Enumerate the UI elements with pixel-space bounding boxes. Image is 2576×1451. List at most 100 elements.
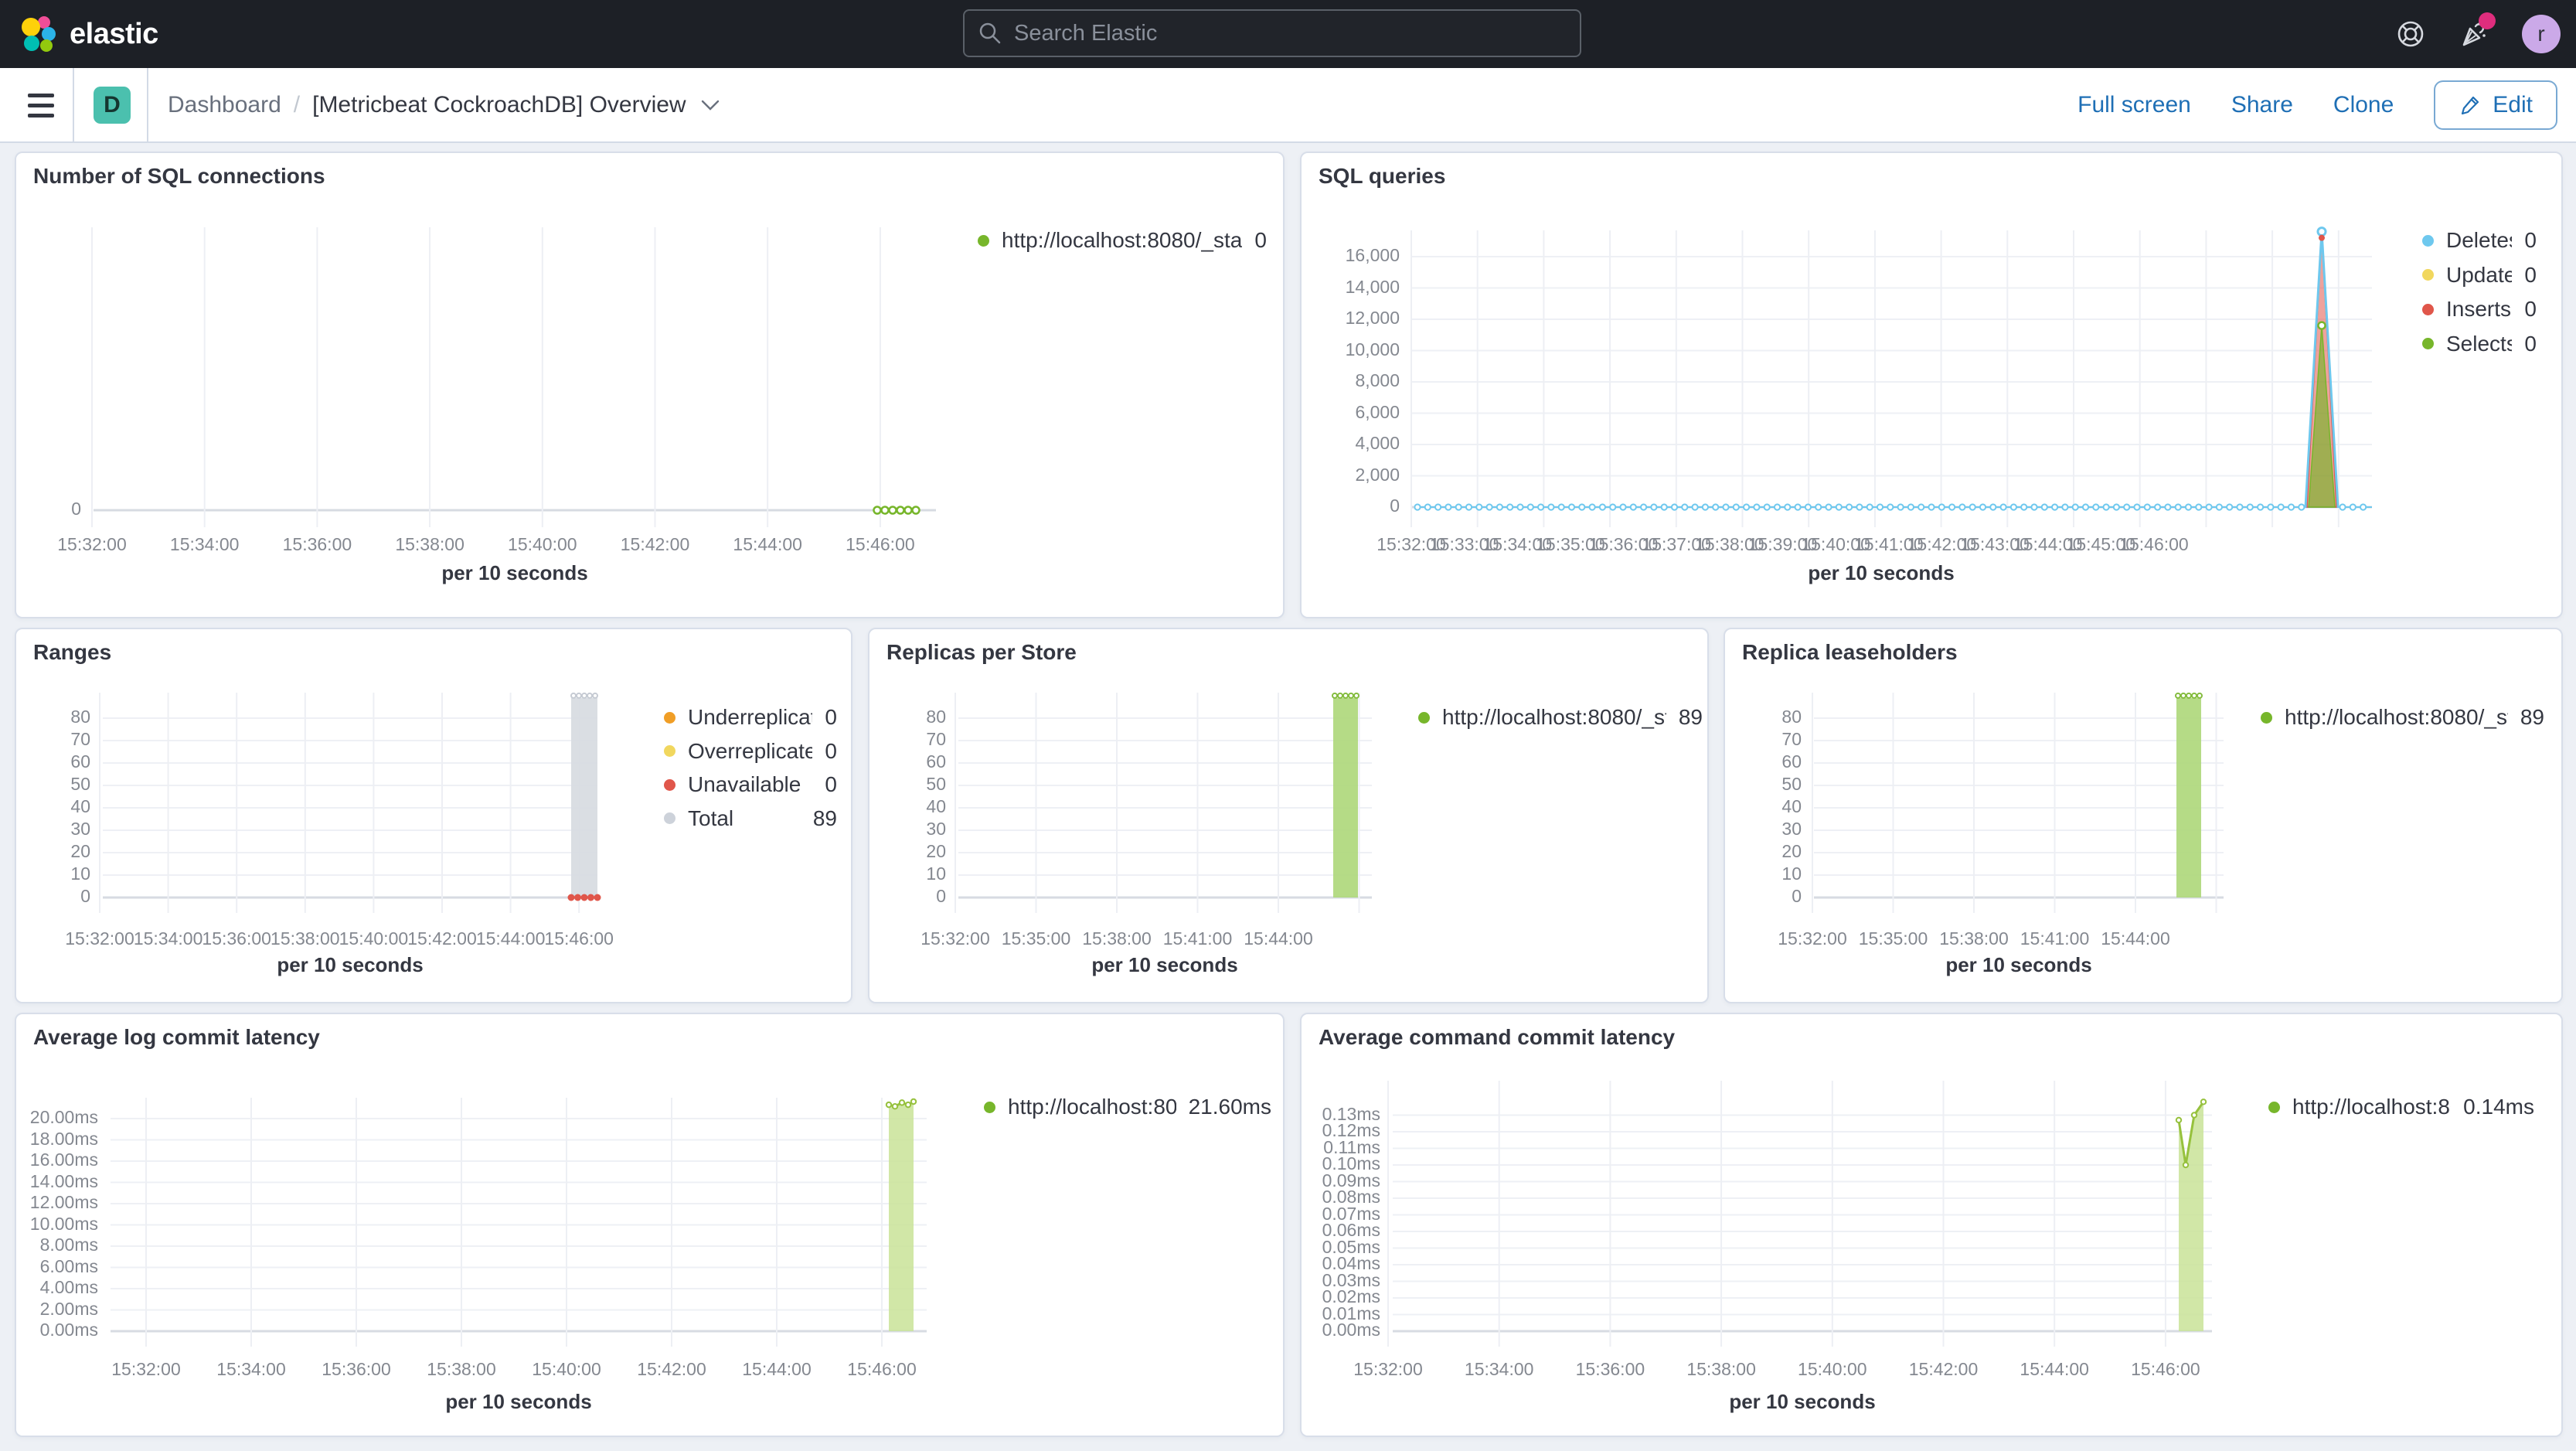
edit-button[interactable]: Edit	[2434, 80, 2557, 130]
y-tick-label: 40	[1781, 796, 1802, 816]
y-tick-label: 70	[70, 729, 90, 749]
share-button[interactable]: Share	[2231, 92, 2293, 118]
legend-series-value: 0	[825, 705, 837, 729]
toolbar-divider	[147, 68, 148, 141]
panel-title: Replicas per Store	[886, 640, 1077, 664]
y-tick-label: 40	[70, 796, 90, 816]
full-screen-button[interactable]: Full screen	[2077, 92, 2191, 118]
x-tick-label: 15:42:00	[620, 534, 690, 554]
legend-item[interactable]: http://localhost:8080/_sta... 89	[1418, 704, 1703, 731]
y-tick-label: 30	[926, 819, 946, 839]
legend-series-value: 0	[825, 772, 837, 797]
x-tick-label: 15:32:00	[1353, 1359, 1423, 1379]
legend-item[interactable]: http://localhost:8080/_stat... 0	[978, 227, 1267, 254]
x-tick-label: 15:36:00	[282, 534, 352, 554]
legend-item[interactable]: Selects 0	[2422, 331, 2537, 357]
clone-button[interactable]: Clone	[2333, 92, 2394, 118]
page-title: [Metricbeat CockroachDB] Overview	[312, 91, 686, 118]
dashboard-toolbar: D Dashboard / [Metricbeat CockroachDB] O…	[0, 68, 2576, 143]
x-tick-label: 15:44:00	[2101, 928, 2170, 949]
legend-item[interactable]: http://localhost:8080/_sta... 89	[2261, 704, 2544, 731]
x-tick-label: 15:35:00	[1858, 928, 1928, 949]
y-tick-label: 16.00ms	[29, 1150, 98, 1170]
menu-button[interactable]	[28, 89, 54, 121]
legend-item[interactable]: Unavailable 0	[664, 771, 837, 798]
legend-series-value: 0	[2524, 262, 2537, 287]
legend-series-label: Overreplicated	[688, 738, 813, 763]
legend-color-dot	[2268, 1101, 2280, 1113]
y-tick-label: 50	[1781, 774, 1802, 794]
x-tick-label: 15:46:00	[2119, 534, 2189, 554]
chart-sql-connections: 0 15:32:00 15:34:00 15:36:00 15:38:00 15:40:0…	[16, 153, 1283, 617]
x-tick-label: 15:40:00	[339, 928, 409, 949]
panel-replicas-per-store: Replicas per Store 0 10 20 30 40 50 60 70 80 15:3…	[868, 628, 1709, 1003]
legend-color-dot	[664, 778, 675, 791]
help-button[interactable]	[2395, 19, 2426, 49]
x-axis-title: per 10 seconds	[1945, 953, 2092, 976]
y-tick-label: 0.00ms	[39, 1320, 98, 1340]
y-tick-label: 50	[926, 774, 946, 794]
y-tick-label: 50	[70, 774, 90, 794]
legend-item[interactable]: Updates 0	[2422, 262, 2537, 288]
legend-series-label: Deletes	[2446, 228, 2512, 252]
x-tick-label: 15:44:00	[742, 1359, 812, 1379]
legend-item[interactable]: Deletes 0	[2422, 227, 2537, 254]
top-navbar: elastic Search Elastic r	[0, 0, 2576, 68]
legend-series-label: http://localhost:8080/_sta...	[1442, 705, 1666, 729]
x-tick-label: 15:34:00	[133, 928, 203, 949]
y-tick-label: 0	[80, 886, 90, 906]
legend-item[interactable]: Total 89	[664, 806, 837, 832]
y-tick-label: 6,000	[1355, 401, 1400, 422]
dashboard-app-badge: D	[94, 87, 131, 124]
y-tick-label: 70	[1781, 729, 1802, 749]
x-tick-label: 15:35:00	[1001, 928, 1071, 949]
x-tick-label: 15:46:00	[846, 534, 915, 554]
x-tick-label: 15:44:00	[475, 928, 546, 949]
search-icon	[979, 22, 1001, 44]
x-tick-label: 15:41:00	[2020, 928, 2090, 949]
y-tick-label: 10.00ms	[29, 1213, 98, 1234]
y-tick-label: 0	[936, 886, 946, 906]
logo-text: elastic	[70, 17, 158, 50]
title-menu-button[interactable]	[700, 99, 720, 111]
elastic-logo[interactable]: elastic	[20, 15, 158, 53]
chart-ranges: 0 10 20 30 40 50 60 70 80 15:32:00 15:34:00 15:36:0…	[16, 629, 851, 1002]
y-tick-label: 40	[926, 796, 946, 816]
x-tick-label: 15:44:00	[733, 534, 802, 554]
y-tick-label: 80	[1781, 707, 1802, 727]
legend-series-label: Total	[688, 806, 734, 830]
y-tick-label: 0	[1792, 886, 1802, 906]
legend-color-dot	[2422, 303, 2434, 315]
legend-series-value: 0	[1254, 228, 1267, 252]
chart-replicas-per-store: 0 10 20 30 40 50 60 70 80 15:32:00 15:35:00 15:38:0…	[869, 629, 1707, 1002]
legend-item[interactable]: Overreplicated 0	[664, 738, 837, 765]
legend-color-dot	[2261, 711, 2272, 724]
global-search[interactable]	[963, 9, 1581, 57]
y-tick-label: 16,000	[1345, 245, 1400, 265]
legend-item[interactable]: http://localhost:808... 21.60ms	[984, 1094, 1271, 1120]
search-input[interactable]	[1012, 19, 1566, 47]
legend-series-label: http://localhost:8080...	[2292, 1095, 2451, 1119]
legend-color-dot	[664, 711, 675, 724]
legend-series-label: Selects	[2446, 331, 2513, 356]
user-avatar[interactable]: r	[2522, 15, 2561, 53]
legend-series-value: 89	[2520, 705, 2544, 729]
y-tick-label: 60	[1781, 751, 1802, 771]
life-ring-icon	[2397, 21, 2424, 47]
breadcrumb-dashboard[interactable]: Dashboard	[168, 92, 281, 118]
legend-color-dot	[2422, 234, 2434, 247]
x-tick-label: 15:40:00	[532, 1359, 601, 1379]
legend-item[interactable]: http://localhost:8080... 0.14ms	[2268, 1094, 2534, 1120]
legend-item[interactable]: Inserts 0	[2422, 296, 2537, 322]
y-tick-label: 4,000	[1355, 433, 1400, 453]
legend-item[interactable]: Underreplicated 0	[664, 704, 837, 731]
x-tick-label: 15:40:00	[508, 534, 577, 554]
y-tick-label: 10	[1781, 863, 1802, 884]
legend-series-label: Underreplicated	[688, 705, 812, 729]
panel-title: Replica leaseholders	[1742, 640, 1958, 664]
y-tick-label: 60	[70, 751, 90, 771]
panel-title: Number of SQL connections	[33, 164, 325, 188]
news-button[interactable]	[2459, 12, 2496, 49]
y-tick-label: 80	[926, 707, 946, 727]
x-tick-label: 15:41:00	[1162, 928, 1233, 949]
